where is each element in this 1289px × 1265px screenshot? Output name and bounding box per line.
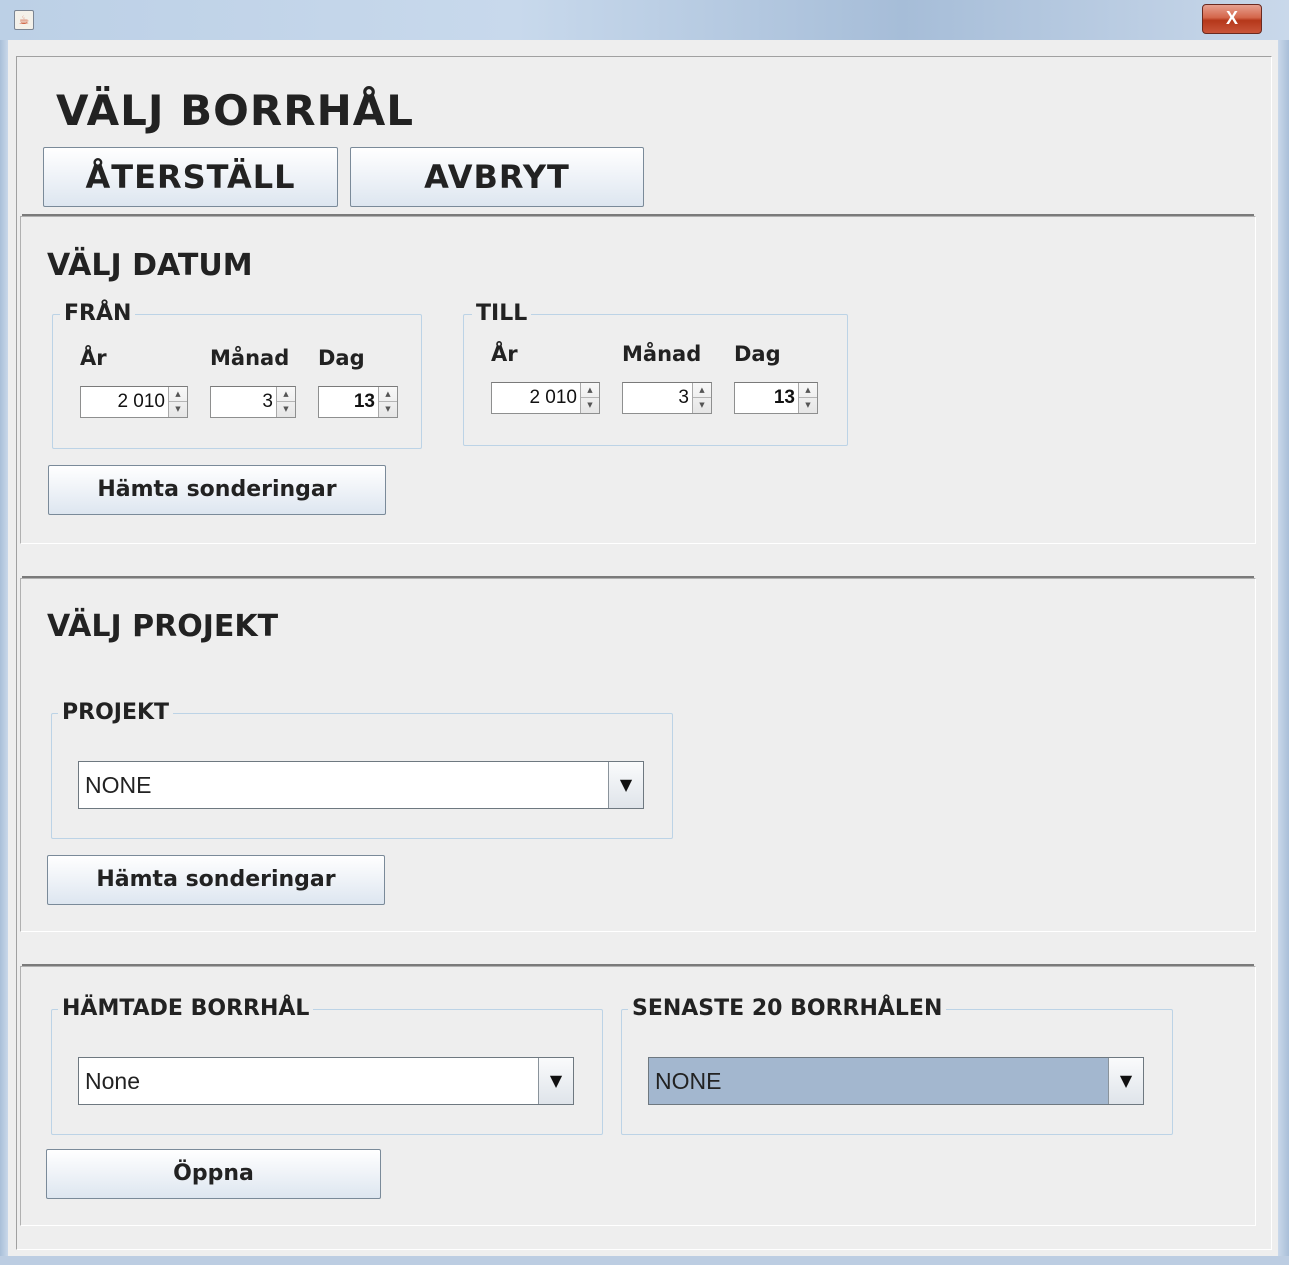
spinner-up-icon[interactable]: ▲ [169, 387, 187, 402]
spinner-down-icon[interactable]: ▼ [581, 398, 599, 413]
project-dropdown-value[interactable]: NONE [85, 762, 151, 808]
chevron-down-icon[interactable]: ▼ [538, 1058, 573, 1104]
spinner-down-icon[interactable]: ▼ [169, 402, 187, 417]
fetched-boreholes-legend: HÄMTADE BORRHÅL [58, 996, 314, 1021]
spinner-down-icon[interactable]: ▼ [693, 398, 711, 413]
spinner-up-icon[interactable]: ▲ [799, 383, 817, 398]
fetch-by-project-button[interactable]: Hämta sonderingar [47, 855, 385, 905]
java-cup-icon[interactable]: ☕ [14, 10, 34, 30]
cancel-button[interactable]: AVBRYT [350, 147, 644, 207]
to-day-spinner[interactable]: 13 ▲ ▼ [734, 382, 818, 414]
to-date-legend: TILL [472, 301, 532, 326]
title-bar[interactable]: ☕ X [0, 0, 1289, 41]
spinner-arrows[interactable]: ▲ ▼ [378, 387, 397, 417]
fetched-boreholes-dropdown[interactable]: None ▼ [78, 1057, 574, 1105]
spinner-up-icon[interactable]: ▲ [581, 383, 599, 398]
fetched-boreholes-value[interactable]: None [85, 1058, 140, 1104]
to-day-value[interactable]: 13 [735, 383, 798, 413]
window-frame-right [1278, 40, 1289, 1265]
from-day-value[interactable]: 13 [319, 387, 378, 417]
project-legend: PROJEKT [58, 700, 174, 725]
from-date-legend: FRÅN [60, 301, 136, 326]
from-month-spinner[interactable]: 3 ▲ ▼ [210, 386, 296, 418]
window-frame-left [0, 40, 8, 1265]
to-year-label: År [491, 342, 518, 366]
from-day-spinner[interactable]: 13 ▲ ▼ [318, 386, 398, 418]
to-year-value[interactable]: 2 010 [492, 383, 580, 413]
fetch-by-date-button[interactable]: Hämta sonderingar [48, 465, 386, 515]
spinner-up-icon[interactable]: ▲ [277, 387, 295, 402]
date-section-title: VÄLJ DATUM [47, 248, 253, 283]
spinner-arrows[interactable]: ▲ ▼ [580, 383, 599, 413]
spinner-down-icon[interactable]: ▼ [799, 398, 817, 413]
open-button[interactable]: Öppna [46, 1149, 381, 1199]
from-date-group [52, 314, 422, 449]
spinner-down-icon[interactable]: ▼ [277, 402, 295, 417]
from-year-spinner[interactable]: 2 010 ▲ ▼ [80, 386, 188, 418]
reset-button[interactable]: ÅTERSTÄLL [43, 147, 338, 207]
chevron-down-icon[interactable]: ▼ [1108, 1058, 1143, 1104]
spinner-arrows[interactable]: ▲ ▼ [692, 383, 711, 413]
to-month-label: Månad [622, 342, 702, 366]
page-title: VÄLJ BORRHÅL [56, 86, 414, 135]
to-month-value[interactable]: 3 [623, 383, 692, 413]
to-date-group [463, 314, 848, 446]
from-year-label: År [80, 346, 107, 370]
spinner-arrows[interactable]: ▲ ▼ [798, 383, 817, 413]
from-day-label: Dag [318, 346, 365, 370]
spinner-up-icon[interactable]: ▲ [693, 383, 711, 398]
spinner-arrows[interactable]: ▲ ▼ [168, 387, 187, 417]
to-day-label: Dag [734, 342, 781, 366]
close-button[interactable]: X [1202, 4, 1262, 34]
from-month-label: Månad [210, 346, 290, 370]
project-section-title: VÄLJ PROJEKT [47, 609, 279, 644]
from-month-value[interactable]: 3 [211, 387, 276, 417]
project-dropdown[interactable]: NONE ▼ [78, 761, 644, 809]
window-frame-bottom [0, 1256, 1289, 1265]
chevron-down-icon[interactable]: ▼ [608, 762, 643, 808]
from-year-value[interactable]: 2 010 [81, 387, 168, 417]
recent-boreholes-legend: SENASTE 20 BORRHÅLEN [628, 996, 947, 1021]
spinner-down-icon[interactable]: ▼ [379, 402, 397, 417]
recent-boreholes-value[interactable]: NONE [655, 1058, 721, 1104]
to-year-spinner[interactable]: 2 010 ▲ ▼ [491, 382, 600, 414]
recent-boreholes-dropdown[interactable]: NONE ▼ [648, 1057, 1144, 1105]
spinner-up-icon[interactable]: ▲ [379, 387, 397, 402]
spinner-arrows[interactable]: ▲ ▼ [276, 387, 295, 417]
to-month-spinner[interactable]: 3 ▲ ▼ [622, 382, 712, 414]
